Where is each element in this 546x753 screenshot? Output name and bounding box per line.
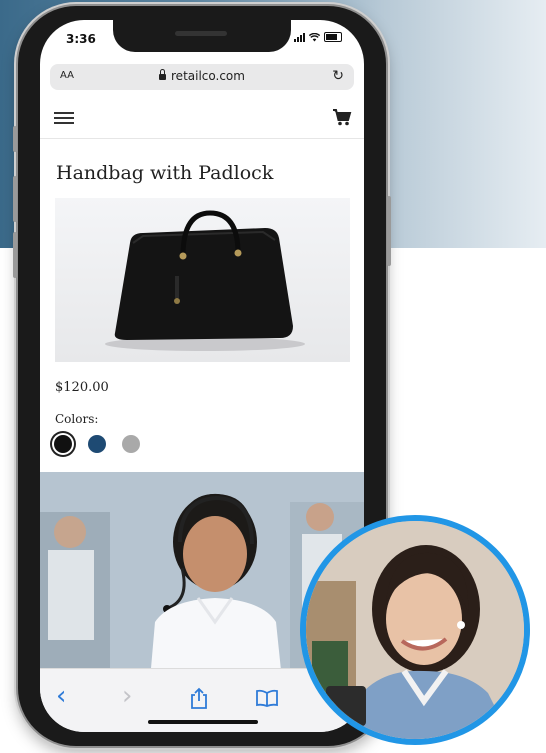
color-swatch-black[interactable] (54, 435, 72, 453)
home-indicator (148, 720, 258, 724)
back-icon[interactable]: ‹ (56, 681, 66, 711)
mute-switch (13, 126, 17, 152)
signal-icon (294, 32, 305, 42)
cart-icon[interactable] (332, 108, 352, 126)
color-swatch-navy[interactable] (88, 435, 106, 453)
bookmarks-icon[interactable] (256, 689, 278, 707)
live-chat-agent-avatar[interactable] (300, 515, 530, 745)
handbag-illustration (105, 210, 305, 351)
color-swatches (54, 435, 140, 453)
chat-agent-illustration (306, 521, 524, 739)
volume-down-button (13, 232, 17, 278)
lock-icon (159, 68, 167, 80)
speaker-grille (175, 31, 227, 36)
address-bar[interactable]: AA retailco.com ↻ (50, 64, 354, 90)
colors-label: Colors: (55, 412, 99, 426)
battery-icon (324, 32, 342, 42)
product-image (55, 198, 350, 362)
reload-icon[interactable]: ↻ (332, 68, 344, 84)
share-icon[interactable] (190, 687, 208, 709)
status-icons (294, 32, 342, 42)
site-header (40, 98, 364, 139)
wifi-icon (309, 32, 320, 41)
notch (113, 20, 291, 52)
product-title: Handbag with Padlock (56, 162, 274, 184)
color-swatch-gray[interactable] (122, 435, 140, 453)
volume-up-button (13, 176, 17, 222)
status-time: 3:36 (66, 32, 96, 46)
url-text[interactable]: retailco.com (50, 68, 354, 83)
forward-icon[interactable]: › (122, 681, 132, 711)
menu-icon[interactable] (54, 112, 74, 127)
product-price: $120.00 (55, 380, 109, 395)
power-button (387, 196, 391, 266)
domain-label: retailco.com (171, 69, 245, 83)
